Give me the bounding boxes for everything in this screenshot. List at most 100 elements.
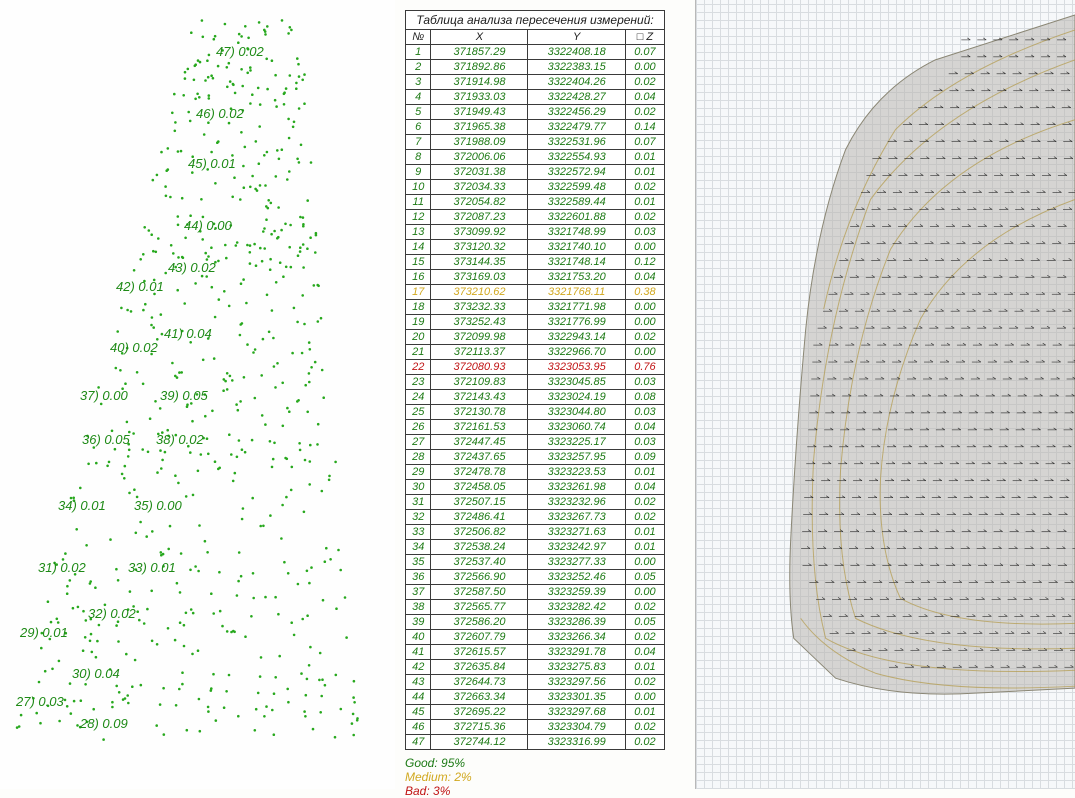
- cell-z: 0.07: [625, 45, 664, 60]
- cell-num: 1: [406, 45, 431, 60]
- table-row[interactable]: 14373120.323321740.100.00: [406, 240, 665, 255]
- table-row[interactable]: 28372437.653323257.950.09: [406, 450, 665, 465]
- table-row[interactable]: 3371914.983322404.260.02: [406, 75, 665, 90]
- table-row[interactable]: 18373232.333321771.980.00: [406, 300, 665, 315]
- table-row[interactable]: 11372054.823322589.440.01: [406, 195, 665, 210]
- table-row[interactable]: 45372695.223323297.680.01: [406, 705, 665, 720]
- cell-y: 3322589.44: [528, 195, 625, 210]
- table-row[interactable]: 9372031.383322572.940.01: [406, 165, 665, 180]
- table-row[interactable]: 46372715.363323304.790.02: [406, 720, 665, 735]
- cell-y: 3322572.94: [528, 165, 625, 180]
- point-cloud-panel[interactable]: 47) 0.0246) 0.0245) 0.0144) 0.0043) 0.02…: [0, 0, 395, 789]
- table-row[interactable]: 38372565.773323282.420.02: [406, 600, 665, 615]
- terrain-fill: [790, 15, 1075, 694]
- cell-num: 34: [406, 540, 431, 555]
- cell-num: 21: [406, 345, 431, 360]
- table-row[interactable]: 1371857.293322408.180.07: [406, 45, 665, 60]
- table-row[interactable]: 33372506.823323271.630.01: [406, 525, 665, 540]
- cell-x: 372130.78: [431, 405, 528, 420]
- cell-z: 0.05: [625, 615, 664, 630]
- table-title: Таблица анализа пересечения измерений:: [405, 10, 665, 29]
- cell-num: 42: [406, 660, 431, 675]
- cell-x: 373144.35: [431, 255, 528, 270]
- cell-num: 46: [406, 720, 431, 735]
- table-row[interactable]: 32372486.413323267.730.02: [406, 510, 665, 525]
- table-row[interactable]: 40372607.793323266.340.02: [406, 630, 665, 645]
- table-row[interactable]: 36372566.903323252.460.05: [406, 570, 665, 585]
- analysis-table-panel: Таблица анализа пересечения измерений: №…: [395, 0, 695, 789]
- table-row[interactable]: 42372635.843323275.830.01: [406, 660, 665, 675]
- table-row[interactable]: 31372507.153323232.960.02: [406, 495, 665, 510]
- table-row[interactable]: 44372663.343323301.350.00: [406, 690, 665, 705]
- cell-z: 0.01: [625, 705, 664, 720]
- table-row[interactable]: 4371933.033322428.270.04: [406, 90, 665, 105]
- table-row[interactable]: 12372087.233322601.880.02: [406, 210, 665, 225]
- cell-x: 372565.77: [431, 600, 528, 615]
- table-row[interactable]: 2371892.863322383.150.00: [406, 60, 665, 75]
- cell-z: 0.07: [625, 135, 664, 150]
- table-row[interactable]: 6371965.383322479.770.14: [406, 120, 665, 135]
- cell-y: 3323271.63: [528, 525, 625, 540]
- table-row[interactable]: 21372113.373322966.700.00: [406, 345, 665, 360]
- table-row[interactable]: 29372478.783323223.530.01: [406, 465, 665, 480]
- cell-y: 3321740.10: [528, 240, 625, 255]
- table-row[interactable]: 16373169.033321753.200.04: [406, 270, 665, 285]
- cell-x: 373232.33: [431, 300, 528, 315]
- cell-x: 372054.82: [431, 195, 528, 210]
- cell-y: 3323277.33: [528, 555, 625, 570]
- cell-x: 372695.22: [431, 705, 528, 720]
- table-row[interactable]: 13373099.923321748.990.03: [406, 225, 665, 240]
- cell-num: 2: [406, 60, 431, 75]
- cell-num: 28: [406, 450, 431, 465]
- table-row[interactable]: 47372744.123323316.990.02: [406, 735, 665, 750]
- cell-x: 371933.03: [431, 90, 528, 105]
- table-row[interactable]: 27372447.453323225.170.03: [406, 435, 665, 450]
- table-row[interactable]: 26372161.533323060.740.04: [406, 420, 665, 435]
- cell-x: 373210.62: [431, 285, 528, 300]
- table-row[interactable]: 37372587.503323259.390.00: [406, 585, 665, 600]
- table-row[interactable]: 39372586.203323286.390.05: [406, 615, 665, 630]
- table-row[interactable]: 17373210.623321768.110.38: [406, 285, 665, 300]
- table-header-row: № X Y □ Z: [406, 30, 665, 45]
- cell-y: 3323316.99: [528, 735, 625, 750]
- point-cloud-svg: [0, 0, 395, 789]
- table-row[interactable]: 34372538.243323242.970.01: [406, 540, 665, 555]
- table-row[interactable]: 41372615.573323291.780.04: [406, 645, 665, 660]
- table-row[interactable]: 30372458.053323261.980.04: [406, 480, 665, 495]
- table-row[interactable]: 23372109.833323045.850.03: [406, 375, 665, 390]
- table-row[interactable]: 5371949.433322456.290.02: [406, 105, 665, 120]
- table-row[interactable]: 22372080.933323053.950.76: [406, 360, 665, 375]
- cell-num: 12: [406, 210, 431, 225]
- table-row[interactable]: 43372644.733323297.560.02: [406, 675, 665, 690]
- cell-x: 372715.36: [431, 720, 528, 735]
- cell-z: 0.00: [625, 690, 664, 705]
- cell-num: 19: [406, 315, 431, 330]
- table-row[interactable]: 19373252.433321776.990.00: [406, 315, 665, 330]
- table-row[interactable]: 25372130.783323044.800.03: [406, 405, 665, 420]
- cell-y: 3321771.98: [528, 300, 625, 315]
- table-row[interactable]: 35372537.403323277.330.00: [406, 555, 665, 570]
- cell-x: 372635.84: [431, 660, 528, 675]
- table-row[interactable]: 8372006.063322554.930.01: [406, 150, 665, 165]
- table-row[interactable]: 20372099.983322943.140.02: [406, 330, 665, 345]
- cell-y: 3322408.18: [528, 45, 625, 60]
- cell-x: 372109.83: [431, 375, 528, 390]
- cell-y: 3323261.98: [528, 480, 625, 495]
- cell-y: 3322599.48: [528, 180, 625, 195]
- cell-z: 0.12: [625, 255, 664, 270]
- cell-x: 372744.12: [431, 735, 528, 750]
- cell-z: 0.03: [625, 435, 664, 450]
- cell-num: 13: [406, 225, 431, 240]
- table-body: 1371857.293322408.180.072371892.86332238…: [406, 45, 665, 750]
- table-row[interactable]: 24372143.433323024.190.08: [406, 390, 665, 405]
- table-row[interactable]: 15373144.353321748.140.12: [406, 255, 665, 270]
- col-header-x: X: [431, 30, 528, 45]
- cell-x: 373120.32: [431, 240, 528, 255]
- cell-z: 0.01: [625, 465, 664, 480]
- col-header-z: □ Z: [625, 30, 664, 45]
- analysis-table[interactable]: Таблица анализа пересечения измерений: №…: [405, 10, 665, 750]
- table-row[interactable]: 7371988.093322531.960.07: [406, 135, 665, 150]
- cell-num: 38: [406, 600, 431, 615]
- table-row[interactable]: 10372034.333322599.480.02: [406, 180, 665, 195]
- terrain-panel[interactable]: [695, 0, 1075, 789]
